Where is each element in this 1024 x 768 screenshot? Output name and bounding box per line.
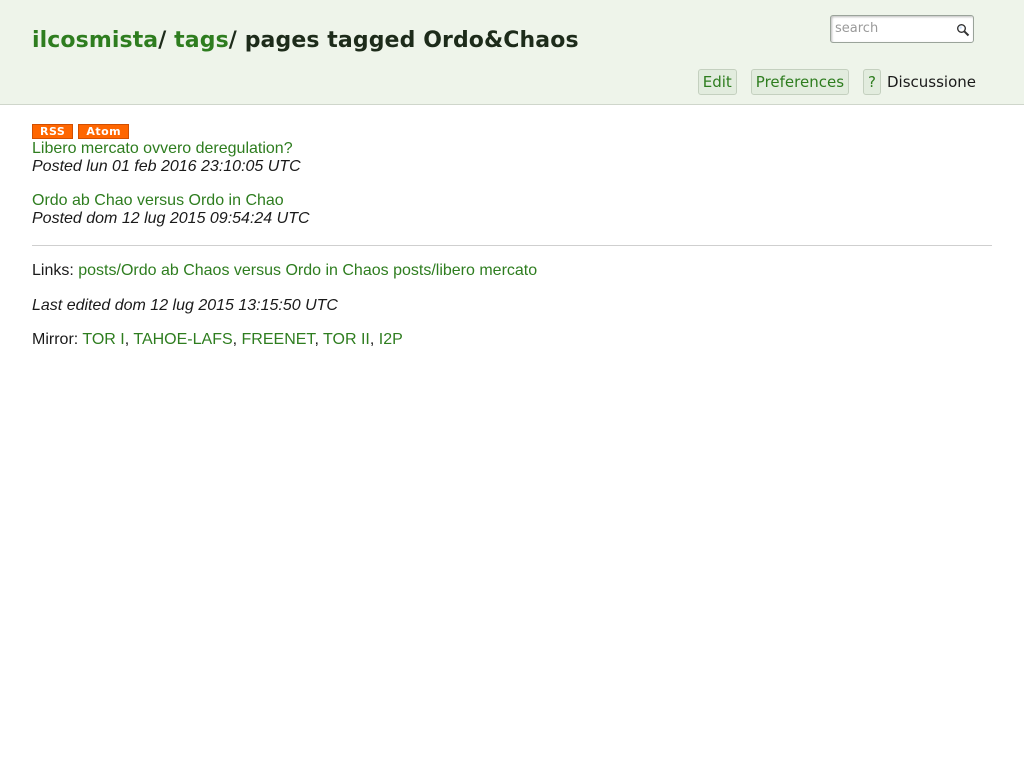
site-link[interactable]: ilcosmista — [32, 28, 158, 53]
atom-button[interactable]: Atom — [78, 124, 130, 139]
post-date: Posted lun 01 feb 2016 23:10:05 UTC — [32, 158, 301, 175]
last-edited: Last edited dom 12 lug 2015 13:15:50 UTC — [32, 297, 338, 314]
mirror-link-tor-i[interactable]: TOR I — [82, 331, 124, 348]
mirror-link-i2p[interactable]: I2P — [379, 331, 403, 348]
feed-buttons: RSS Atom — [32, 124, 992, 139]
preferences-button[interactable]: Preferences — [750, 69, 850, 95]
help-button[interactable]: ? — [863, 69, 881, 95]
post-link[interactable]: Libero mercato ovvero deregulation? — [32, 140, 992, 158]
links-label: Links: — [32, 262, 74, 279]
mirror-link-tor-ii[interactable]: TOR II — [323, 331, 370, 348]
page-actions: Edit Preferences ? Discussione — [697, 69, 976, 95]
post-date: Posted dom 12 lug 2015 09:54:24 UTC — [32, 210, 310, 227]
mirror-link-freenet[interactable]: FREENET — [242, 331, 315, 348]
backlink[interactable]: posts/libero mercato — [393, 262, 537, 279]
links-section: Links: posts/Ordo ab Chaos versus Ordo i… — [32, 262, 992, 280]
breadcrumb-separator: / — [228, 28, 237, 53]
divider — [32, 245, 992, 246]
main-content: RSS Atom Libero mercato ovvero deregulat… — [32, 124, 992, 349]
page-header: ilcosmista/ tags/ pages tagged Ordo&Chao… — [0, 0, 1024, 105]
search-input[interactable] — [835, 19, 947, 37]
edit-button[interactable]: Edit — [697, 69, 737, 95]
tags-link[interactable]: tags — [174, 28, 229, 53]
page-title: ilcosmista/ tags/ pages tagged Ordo&Chao… — [32, 28, 579, 53]
list-item: Ordo ab Chao versus Ordo in Chao Posted … — [32, 192, 992, 228]
mirror-link-tahoe-lafs[interactable]: TAHOE-LAFS — [133, 331, 232, 348]
search-box — [830, 15, 974, 43]
mirror-section: Mirror: TOR I, TAHOE-LAFS, FREENET, TOR … — [32, 331, 403, 348]
breadcrumb-separator: / — [158, 28, 167, 53]
mirror-label: Mirror: — [32, 331, 79, 348]
page-title-text: pages tagged Ordo&Chaos — [244, 28, 579, 53]
discussion-label: Discussione — [887, 73, 976, 91]
list-item: Libero mercato ovvero deregulation? Post… — [32, 140, 992, 176]
search-icon[interactable] — [956, 22, 970, 37]
rss-button[interactable]: RSS — [32, 124, 74, 139]
backlink[interactable]: posts/Ordo ab Chaos versus Ordo in Chaos — [78, 262, 388, 279]
post-link[interactable]: Ordo ab Chao versus Ordo in Chao — [32, 192, 992, 210]
